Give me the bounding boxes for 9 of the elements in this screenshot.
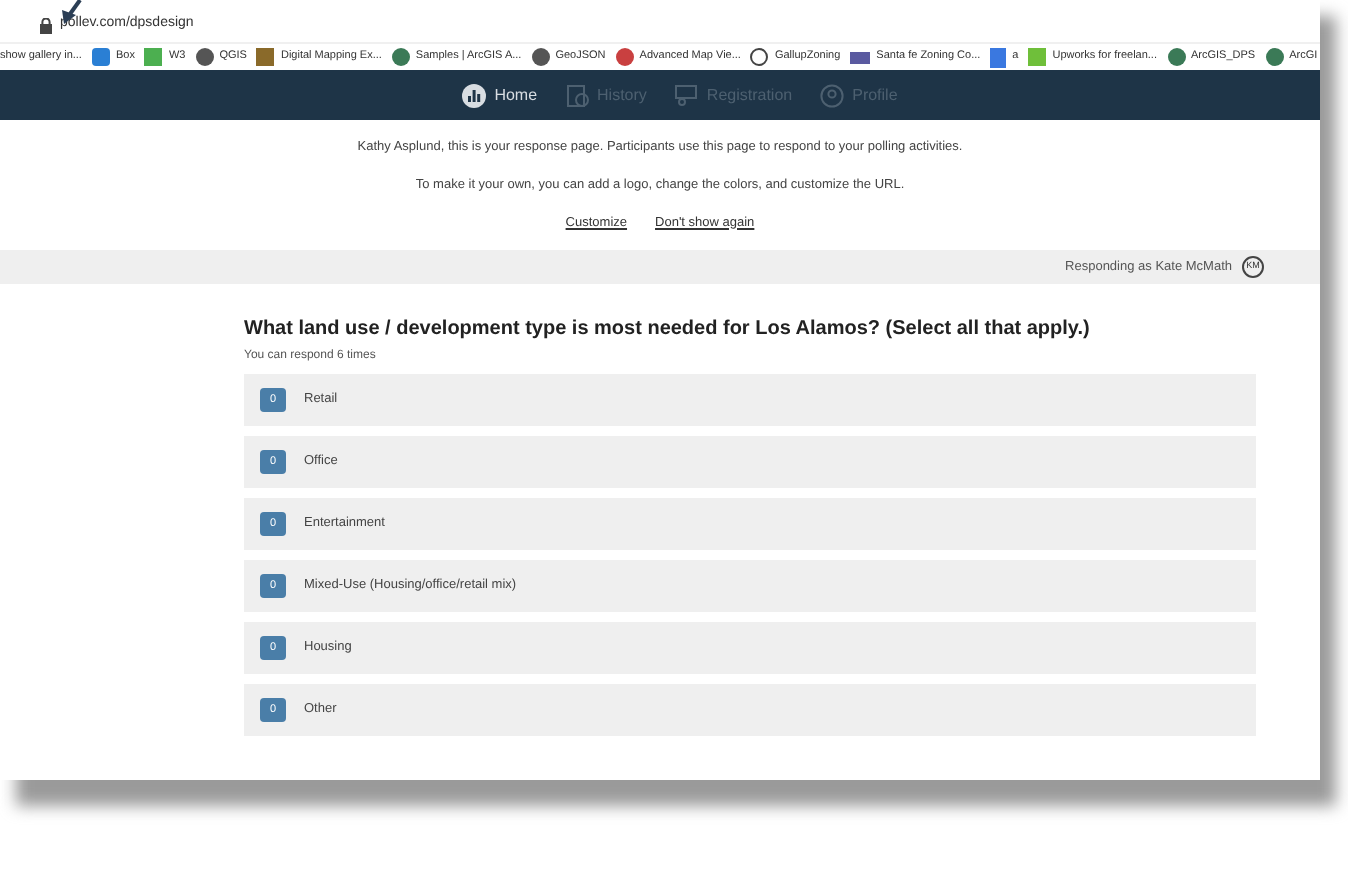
square-icon [144, 48, 163, 66]
square-icon [1028, 48, 1047, 66]
history-icon [565, 83, 590, 107]
bar-chart-icon [462, 83, 487, 107]
lock-icon [40, 18, 52, 34]
presenter-icon [674, 83, 699, 107]
profile-icon [820, 83, 845, 107]
nav-tab[interactable]: Home [462, 83, 538, 107]
question-title: What land use / development type is most needed for Los Alamos? (Select all that apply.) [244, 316, 1092, 345]
